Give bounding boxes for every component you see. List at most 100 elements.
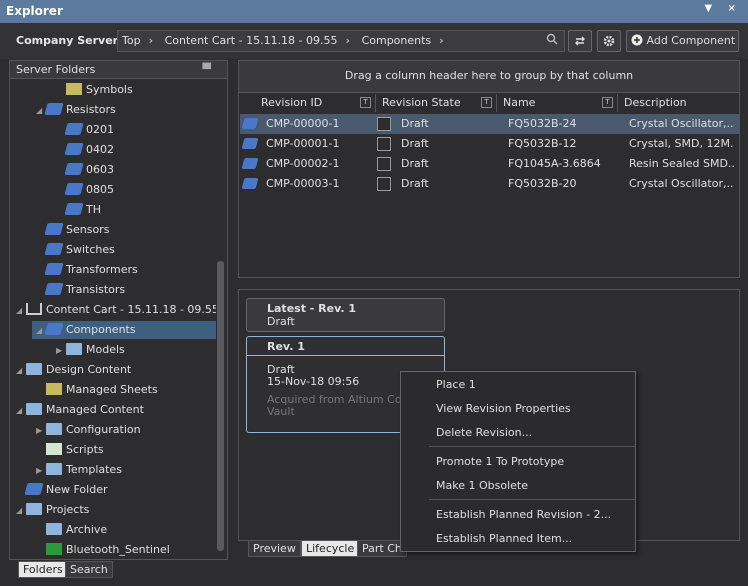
tree-item[interactable]: ◢ Projects bbox=[16, 501, 89, 519]
group-hint[interactable]: Drag a column header here to group by th… bbox=[239, 61, 739, 93]
menu-place[interactable]: Place 1 bbox=[436, 378, 476, 391]
component-icon bbox=[241, 178, 259, 189]
tree-item-label: 0201 bbox=[86, 123, 114, 136]
expanded-arrow-icon[interactable]: ◢ bbox=[16, 302, 26, 320]
tree-item[interactable]: Transformers bbox=[36, 261, 138, 279]
collapsed-arrow-icon[interactable]: ▶ bbox=[56, 342, 66, 360]
row-checkbox[interactable] bbox=[377, 177, 391, 191]
crumb-content-cart[interactable]: Content Cart - 15.11.18 - 09.55 bbox=[165, 34, 338, 47]
tab-folders[interactable]: Folders bbox=[18, 561, 68, 578]
tree-item[interactable]: Managed Sheets bbox=[36, 381, 158, 399]
cell-revision-id: CMP-00000-1 bbox=[266, 117, 340, 130]
column-revision-id[interactable]: Revision ID T bbox=[255, 94, 376, 112]
expanded-arrow-icon[interactable]: ◢ bbox=[16, 402, 26, 420]
expanded-arrow-icon[interactable]: ◢ bbox=[16, 362, 26, 380]
tree-item[interactable]: ◢ Components bbox=[32, 321, 216, 339]
tab-search[interactable]: Search bbox=[65, 561, 113, 578]
tree-item[interactable]: ◢ Design Content bbox=[16, 361, 131, 379]
cell-name: FQ5032B-12 bbox=[508, 137, 577, 150]
crumb-components[interactable]: Components bbox=[362, 34, 432, 47]
settings-button[interactable] bbox=[597, 30, 621, 52]
tree-item-label: 0603 bbox=[86, 163, 114, 176]
menu-make-obsolete[interactable]: Make 1 Obsolete bbox=[436, 479, 528, 492]
folder-icon bbox=[26, 503, 42, 515]
tree-item[interactable]: Switches bbox=[36, 241, 115, 259]
tab-lifecycle[interactable]: Lifecycle bbox=[301, 540, 360, 557]
schematic-icon bbox=[46, 543, 62, 555]
search-icon[interactable] bbox=[546, 33, 558, 45]
tab-preview[interactable]: Preview bbox=[248, 540, 301, 557]
tree-item-label: Managed Sheets bbox=[66, 383, 158, 396]
component-icon bbox=[44, 263, 64, 275]
table-row[interactable]: CMP-00001-1 Draft FQ5032B-12 Crystal, SMD, … bbox=[240, 134, 740, 154]
filter-icon[interactable]: T bbox=[602, 97, 613, 108]
menu-establish-planned-revision[interactable]: Establish Planned Revision - 2... bbox=[436, 508, 611, 521]
context-menu: Place 1 View Revision Properties Delete … bbox=[400, 371, 636, 552]
server-folders-panel: Server Folders ▀ Symbols ◢ Resistors 0201 04… bbox=[9, 60, 228, 560]
tree-item[interactable]: TH bbox=[56, 201, 101, 219]
menu-promote[interactable]: Promote 1 To Prototype bbox=[436, 455, 564, 468]
tree-item[interactable]: Sensors bbox=[36, 221, 109, 239]
server-dropdown[interactable]: Company Server ▾ bbox=[16, 34, 127, 47]
filter-icon[interactable]: T bbox=[360, 97, 371, 108]
refresh-icon bbox=[575, 36, 585, 46]
tree-item[interactable]: Bluetooth_Sentinel bbox=[36, 541, 170, 559]
tree-item[interactable]: Transistors bbox=[36, 281, 125, 299]
collapsed-arrow-icon[interactable]: ▶ bbox=[36, 422, 46, 440]
tree-item[interactable]: Scripts bbox=[36, 441, 104, 459]
tree-scrollbar[interactable] bbox=[217, 261, 224, 551]
chevron-right-icon: › bbox=[439, 34, 444, 47]
cell-name: FQ1045A-3.6864 bbox=[508, 157, 601, 170]
tree-item[interactable]: 0603 bbox=[56, 161, 114, 179]
component-icon bbox=[44, 323, 64, 335]
tree-item[interactable]: ◢ Managed Content bbox=[16, 401, 144, 419]
tree-item[interactable]: 0402 bbox=[56, 141, 114, 159]
add-icon bbox=[631, 34, 643, 46]
collapsed-arrow-icon[interactable]: ▶ bbox=[36, 462, 46, 480]
tree-item[interactable]: ◢ Resistors bbox=[36, 101, 116, 119]
pin-icon[interactable]: ▀ bbox=[203, 63, 211, 76]
table-row[interactable]: CMP-00003-1 Draft FQ5032B-20 Crystal Oscill… bbox=[240, 174, 740, 194]
menu-delete-revision[interactable]: Delete Revision... bbox=[436, 426, 532, 439]
tree-item[interactable]: ▶ Models bbox=[56, 341, 125, 359]
tree-item[interactable]: ▶ Configuration bbox=[36, 421, 141, 439]
menu-establish-planned-item[interactable]: Establish Planned Item... bbox=[436, 532, 572, 545]
expanded-arrow-icon[interactable]: ◢ bbox=[16, 502, 26, 520]
row-checkbox[interactable] bbox=[377, 157, 391, 171]
menu-view-properties[interactable]: View Revision Properties bbox=[436, 402, 571, 415]
table-row[interactable]: CMP-00002-1 Draft FQ1045A-3.6864 Resin Seal… bbox=[240, 154, 740, 174]
tree-item-label: Design Content bbox=[46, 363, 132, 376]
tree-item-label: Content Cart - 15.11.18 - 09.55 bbox=[46, 303, 216, 316]
tree-item-label: Switches bbox=[66, 243, 115, 256]
revisions-grid: Drag a column header here to group by th… bbox=[238, 60, 740, 278]
window-controls[interactable]: ▼ × bbox=[704, 3, 742, 14]
column-label: Description bbox=[624, 96, 687, 109]
filter-icon[interactable]: T bbox=[481, 97, 492, 108]
column-revision-state[interactable]: Revision State T bbox=[376, 94, 497, 112]
breadcrumb[interactable]: Top › Content Cart - 15.11.18 - 09.55 › Co… bbox=[117, 30, 565, 52]
component-icon bbox=[44, 223, 64, 235]
crumb-top[interactable]: Top bbox=[122, 34, 141, 47]
tree-item[interactable]: Archive bbox=[36, 521, 107, 539]
tree-item-label: Projects bbox=[46, 503, 90, 516]
table-row[interactable]: CMP-00000-1 Draft FQ5032B-24 Crystal Oscill… bbox=[240, 114, 740, 134]
tree-item[interactable]: 0201 bbox=[56, 121, 114, 139]
tree-item[interactable]: ◢ Content Cart - 15.11.18 - 09.55 bbox=[16, 301, 216, 319]
latest-revision-card[interactable]: Latest - Rev. 1 Draft bbox=[246, 298, 445, 332]
row-checkbox[interactable] bbox=[377, 117, 391, 131]
component-icon bbox=[24, 483, 44, 495]
tree-item[interactable]: 0805 bbox=[56, 181, 114, 199]
refresh-button[interactable] bbox=[568, 30, 592, 52]
component-icon bbox=[64, 183, 84, 195]
add-component-button[interactable]: Add Component bbox=[626, 30, 739, 52]
tree-item[interactable]: Symbols bbox=[56, 81, 133, 99]
cart-icon bbox=[26, 303, 42, 315]
column-description[interactable]: Description bbox=[618, 94, 739, 112]
folder-tree[interactable]: Symbols ◢ Resistors 0201 0402 0603 0805 TH Senso… bbox=[10, 80, 216, 561]
tree-item[interactable]: New Folder bbox=[16, 481, 107, 499]
column-name[interactable]: Name T bbox=[497, 94, 618, 112]
add-component-label: Add Component bbox=[646, 34, 736, 47]
row-checkbox[interactable] bbox=[377, 137, 391, 151]
tree-item[interactable]: ▶ Templates bbox=[36, 461, 122, 479]
tree-item-label: Transistors bbox=[66, 283, 126, 296]
